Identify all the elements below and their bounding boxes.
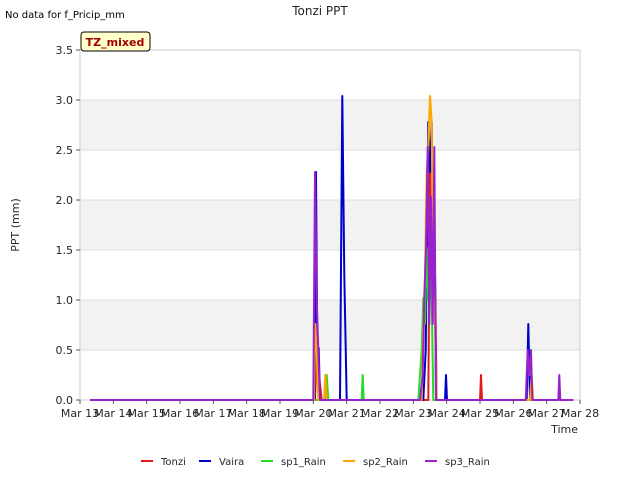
x-axis-ticks: Mar 13Mar 14Mar 15Mar 16Mar 17Mar 18Mar … [61, 400, 599, 420]
site-badge: TZ_mixed [80, 31, 151, 52]
background-band [80, 300, 580, 350]
y-tick-label: 1.0 [56, 294, 74, 307]
y-axis-ticks: 0.0 0.5 1.0 1.5 2.0 2.5 3.0 3.5 [56, 44, 80, 407]
legend-label-sp3-rain: sp3_Rain [445, 457, 490, 468]
legend: Tonzi Vaira sp1_Rain sp2_Rain sp3_Rain [141, 457, 490, 468]
plot-background-bands [80, 100, 580, 350]
y-tick-label: 0.0 [56, 394, 74, 407]
background-band [80, 100, 580, 150]
legend-label-sp1-rain: sp1_Rain [281, 457, 326, 468]
site-badge-text: TZ_mixed [86, 36, 145, 49]
y-tick-label: 2.5 [56, 144, 74, 157]
y-tick-label: 0.5 [56, 344, 74, 357]
x-tick-label: Mar 28 [561, 407, 599, 420]
background-band [80, 200, 580, 250]
legend-label-vaira: Vaira [219, 457, 244, 468]
x-axis-label: Time [550, 423, 578, 436]
chart-title: Tonzi PPT [291, 4, 348, 18]
legend-label-tonzi: Tonzi [160, 457, 186, 468]
y-axis-label: PPT (mm) [9, 198, 22, 252]
y-tick-label: 1.5 [56, 244, 74, 257]
y-tick-label: 3.0 [56, 94, 74, 107]
series-line-sp3-rain [90, 146, 574, 401]
ppt-chart: 0.0 0.5 1.0 1.5 2.0 2.5 3.0 3.5 Mar 13Mar 14Mar… [5, 4, 599, 468]
no-data-note: No data for f_Pricip_mm [5, 10, 125, 21]
legend-label-sp2-rain: sp2_Rain [363, 457, 408, 468]
y-tick-label: 3.5 [56, 44, 74, 57]
y-tick-label: 2.0 [56, 194, 74, 207]
